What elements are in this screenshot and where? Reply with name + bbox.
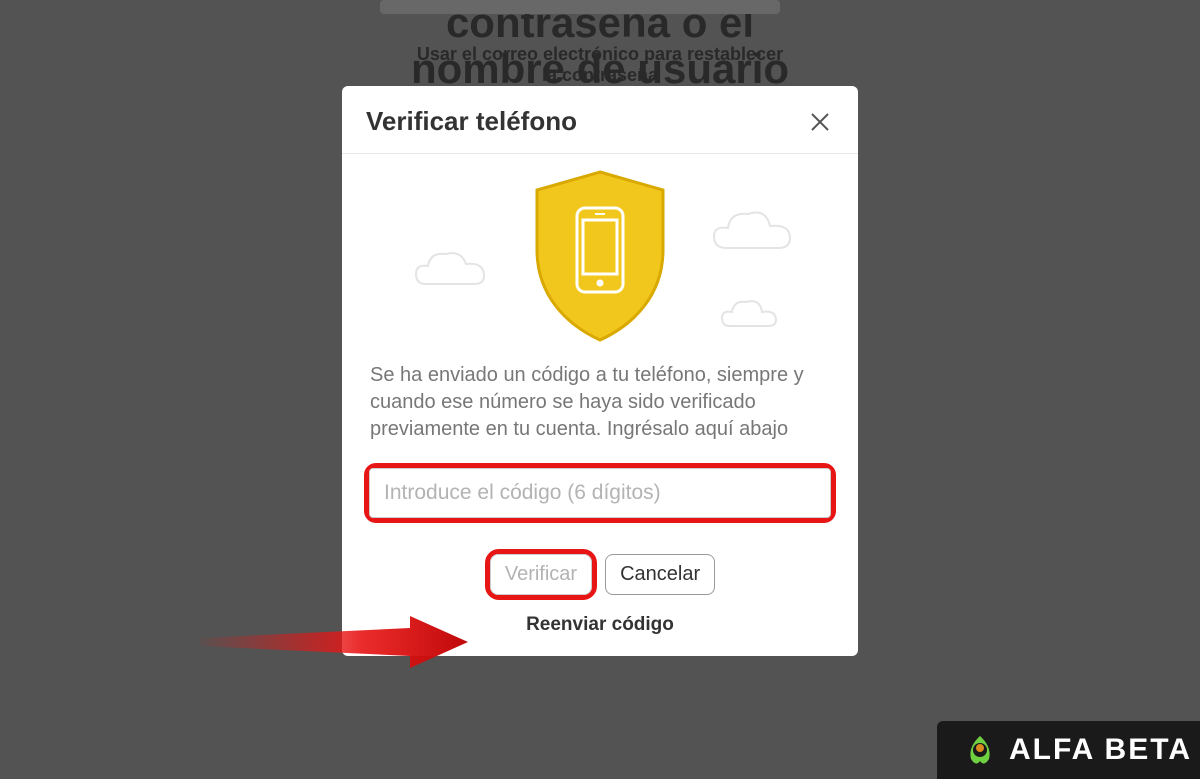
alfa-beta-logo-icon <box>963 733 997 767</box>
cloud-icon <box>704 204 804 259</box>
cloud-icon <box>714 294 784 334</box>
verification-code-input[interactable] <box>369 468 831 518</box>
watermark-text: ALFA BETA <box>1009 733 1192 767</box>
modal-title: Verificar teléfono <box>366 106 577 137</box>
verify-phone-modal: Verificar teléfono Se ha enviado un códi… <box>342 86 858 656</box>
watermark: ALFA BETA <box>937 721 1200 779</box>
close-icon[interactable] <box>806 108 834 136</box>
instruction-text: Se ha enviado un código a tu teléfono, s… <box>370 362 830 443</box>
modal-button-row: Verificar Cancelar <box>366 549 834 600</box>
verify-button-highlight: Verificar <box>485 549 597 600</box>
cancel-button[interactable]: Cancelar <box>605 554 715 595</box>
verify-button[interactable]: Verificar <box>490 554 592 595</box>
modal-header: Verificar teléfono <box>342 86 858 154</box>
annotation-arrow-icon <box>200 614 470 670</box>
shield-phone-illustration <box>366 154 834 354</box>
modal-body: Se ha enviado un código a tu teléfono, s… <box>342 154 858 636</box>
cloud-icon <box>406 244 496 294</box>
shield-icon <box>525 166 675 346</box>
code-input-highlight <box>364 463 836 523</box>
